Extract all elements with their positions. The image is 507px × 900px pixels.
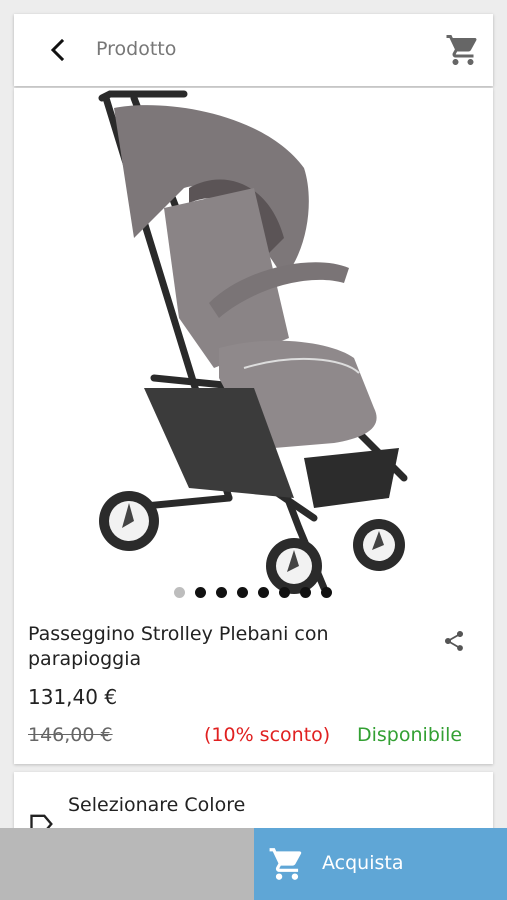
share-button[interactable] bbox=[439, 626, 469, 656]
carousel-dot[interactable] bbox=[174, 587, 185, 598]
current-price: 131,40 € bbox=[28, 685, 118, 709]
bottom-bar-left bbox=[0, 828, 254, 900]
page-title: Prodotto bbox=[96, 38, 177, 60]
cart-icon bbox=[269, 848, 302, 880]
carousel-dot[interactable] bbox=[216, 587, 227, 598]
carousel-dot[interactable] bbox=[195, 587, 206, 598]
carousel-dot[interactable] bbox=[300, 587, 311, 598]
back-arrow-icon bbox=[50, 39, 65, 61]
product-title: Passeggino Strolley Plebani con parapiog… bbox=[28, 623, 329, 670]
carousel-dot[interactable] bbox=[279, 587, 290, 598]
product-image[interactable] bbox=[14, 88, 493, 608]
original-price: 146,00 € bbox=[28, 724, 113, 746]
color-selector-label: Selezionare Colore bbox=[68, 794, 246, 816]
cart-button[interactable] bbox=[443, 30, 483, 70]
top-app-bar: Prodotto bbox=[14, 14, 493, 86]
carousel-dot[interactable] bbox=[258, 587, 269, 598]
share-icon bbox=[444, 630, 464, 651]
carousel-dot[interactable] bbox=[321, 587, 332, 598]
shopping-cart-icon bbox=[446, 35, 477, 65]
discount-label: (10% sconto) bbox=[204, 724, 331, 746]
image-carousel-indicator bbox=[174, 587, 332, 598]
back-button[interactable] bbox=[40, 32, 76, 68]
stroller-image bbox=[98, 90, 408, 594]
buy-button-label: Acquista bbox=[322, 852, 404, 874]
availability-status: Disponibile bbox=[357, 724, 463, 746]
carousel-dot[interactable] bbox=[237, 587, 248, 598]
product-card: Passeggino Strolley Plebani con parapiog… bbox=[14, 88, 493, 764]
buy-button[interactable]: Acquista bbox=[254, 828, 507, 900]
